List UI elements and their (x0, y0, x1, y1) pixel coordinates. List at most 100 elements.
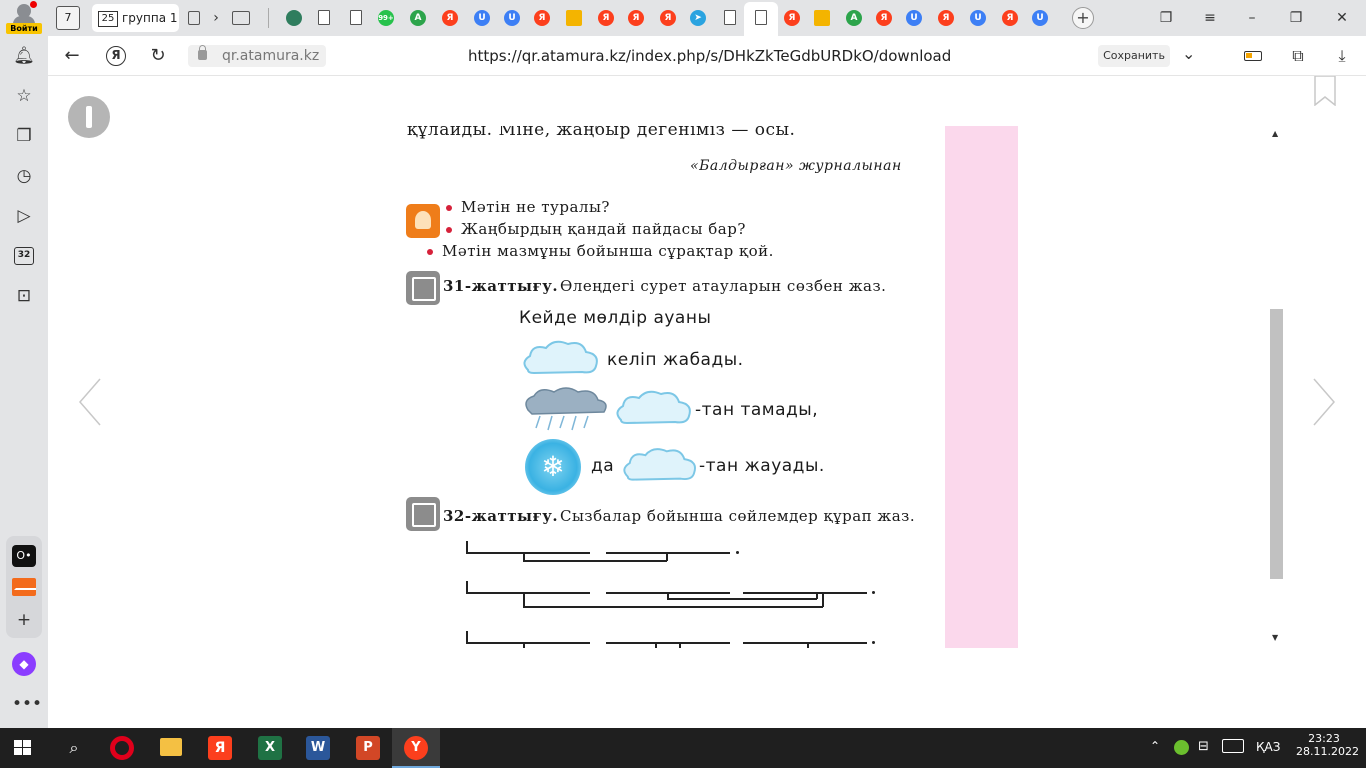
bell-icon[interactable]: 🔔︎ (12, 44, 36, 68)
poem-line-2: келіп жабады. (607, 350, 744, 370)
tab-doc-icon[interactable] (318, 10, 330, 25)
clock[interactable]: 23:23 28.11.2022 (1296, 732, 1359, 758)
back-button[interactable]: ← (60, 44, 84, 68)
tray-chevron-icon[interactable]: ⌃ (1150, 739, 1160, 753)
scroll-down-icon[interactable]: ▼ (1272, 633, 1278, 642)
language-indicator[interactable]: ҚАЗ (1256, 740, 1280, 754)
tab-u-icon[interactable]: U (504, 10, 520, 26)
tab-strip: Войти 7 25 группа 1 › 99+ A Я U U Я Я Я Я… (0, 0, 1366, 36)
cloud-icon (616, 390, 691, 425)
menu-icon[interactable]: ≡ (1198, 6, 1222, 30)
file-explorer-icon[interactable] (160, 738, 182, 756)
scrollbar-thumb[interactable] (1270, 309, 1283, 579)
word-icon[interactable]: W (306, 736, 330, 760)
exercise-31-label: 31-жаттығу. (443, 277, 559, 295)
tab-yandex-icon[interactable]: Я (534, 10, 550, 26)
tab-green-a-icon[interactable]: A (846, 10, 862, 26)
yandex-home-button[interactable]: Я (106, 46, 126, 66)
tab-yandex-icon[interactable]: Я (598, 10, 614, 26)
active-tab[interactable] (744, 2, 778, 36)
alice-icon[interactable]: ◆ (12, 652, 36, 676)
collections-icon[interactable]: ❐ (12, 124, 36, 148)
tab-doc-icon[interactable] (350, 10, 362, 25)
poem-line-3: -тан тамады, (695, 400, 819, 420)
keyboard-icon[interactable] (1222, 739, 1244, 753)
tab-yandex-icon[interactable]: Я (876, 10, 892, 26)
address-bar-row: ← Я ↻ qr.atamura.kz https://qr.atamura.k… (48, 36, 1366, 76)
screenshot-icon[interactable]: ⊡ (12, 284, 36, 308)
yandex-browser-icon[interactable]: Я (208, 736, 232, 760)
poem-line-4-da: да (591, 456, 615, 476)
profile-button[interactable]: Войти (4, 1, 44, 34)
opera-icon[interactable] (110, 736, 134, 760)
login-badge: Войти (6, 23, 42, 34)
add-icon[interactable]: + (12, 608, 36, 632)
close-icon[interactable]: ✕ (1330, 6, 1354, 30)
active-taskbar-item[interactable]: Y (392, 728, 440, 768)
tab-doc-icon[interactable] (724, 10, 736, 25)
chevron-right-icon[interactable]: › (204, 6, 228, 30)
minimize-icon[interactable]: – (1240, 6, 1264, 30)
tab-green-a-icon[interactable]: A (410, 10, 426, 26)
tab-counter-button[interactable]: 7 (56, 6, 80, 30)
powerpoint-icon[interactable]: P (356, 736, 380, 760)
next-page-icon[interactable] (1312, 377, 1336, 427)
download-icon[interactable]: ⤓ (1332, 46, 1352, 66)
excel-icon[interactable]: X (258, 736, 282, 760)
tab-telegram-icon[interactable]: ➤ (690, 10, 706, 26)
extensions-icon[interactable]: ⧉ (1288, 46, 1308, 66)
chevron-down-icon[interactable]: ⌄ (1182, 44, 1195, 63)
more-icon[interactable]: ••• (12, 692, 42, 716)
history-icon[interactable]: ◷ (12, 164, 36, 188)
tab-yandex-icon[interactable]: Я (628, 10, 644, 26)
tab-yandex-icon[interactable]: Я (1002, 10, 1018, 26)
pause-icon[interactable] (68, 96, 110, 138)
mail-icon[interactable] (12, 578, 36, 596)
tab-yandex-icon[interactable]: Я (442, 10, 458, 26)
tab-group-button[interactable]: 25 группа 1 (92, 4, 179, 32)
tab-u-icon[interactable]: U (970, 10, 986, 26)
exercise-pencil-icon (406, 497, 440, 531)
video-icon[interactable]: ▷ (12, 204, 36, 228)
bullet-icon (446, 205, 452, 211)
tab-u-icon[interactable]: U (906, 10, 922, 26)
cloud-icon (523, 340, 598, 375)
tab-doc-icon[interactable] (188, 11, 200, 25)
network-icon[interactable]: ⊟ (1198, 739, 1209, 754)
tray-app-icon[interactable] (1174, 740, 1189, 755)
tab-yandex-icon[interactable]: Я (784, 10, 800, 26)
group-count: 25 (98, 10, 118, 27)
poem-line-4: -тан жауады. (699, 456, 825, 476)
scroll-up-icon[interactable]: ▲ (1272, 129, 1278, 138)
page-margin-strip (945, 126, 1018, 648)
tab-u-icon[interactable]: U (1032, 10, 1048, 26)
calendar-icon[interactable]: 32 (14, 247, 34, 265)
lock-icon (198, 45, 207, 60)
tab-whatsapp-icon[interactable]: 99+ (378, 10, 394, 26)
poem-line-1: Кейде мөлдір ауаны (519, 308, 712, 328)
tab-image-icon[interactable] (814, 10, 830, 26)
tab-yandex-icon[interactable]: Я (660, 10, 676, 26)
tab-u-icon[interactable]: U (474, 10, 490, 26)
tab-globe-icon[interactable] (286, 10, 302, 26)
textbook-page: құлайды. Міне, жаңбыр дегеніміз — осы. «… (357, 126, 945, 648)
question-1: Мәтін не туралы? (461, 198, 610, 216)
url-field[interactable]: https://qr.atamura.kz/index.php/s/DHkZkT… (468, 45, 951, 67)
collections-icon[interactable]: ❐ (1154, 6, 1178, 30)
restore-icon[interactable]: ❐ (1284, 6, 1308, 30)
tab-image-icon[interactable] (566, 10, 582, 26)
star-icon[interactable]: ☆ (12, 84, 36, 108)
save-button[interactable]: Сохранить (1098, 45, 1170, 67)
record-icon[interactable]: O• (12, 545, 36, 567)
date-text: 28.11.2022 (1296, 745, 1359, 758)
tab-yandex-icon[interactable]: Я (938, 10, 954, 26)
prev-page-icon[interactable] (78, 377, 102, 427)
battery-icon[interactable] (1244, 51, 1262, 61)
bookmark-icon[interactable] (1314, 75, 1336, 107)
search-icon[interactable]: ⌕ (62, 736, 86, 760)
new-tab-button[interactable]: + (1072, 7, 1094, 29)
reload-button[interactable]: ↻ (146, 44, 170, 68)
windows-start-icon[interactable] (14, 740, 32, 756)
site-domain[interactable]: qr.atamura.kz (188, 45, 326, 67)
new-folder-icon[interactable] (232, 11, 250, 25)
